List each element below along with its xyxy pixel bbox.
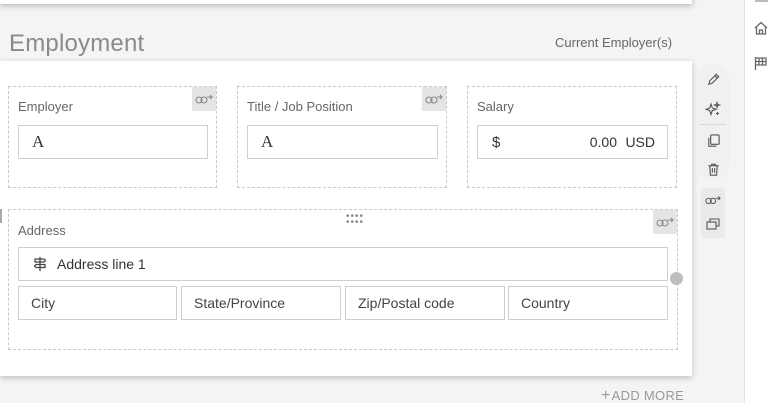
font-icon: A bbox=[261, 132, 274, 151]
country-input[interactable]: Country bbox=[508, 286, 668, 320]
rail-divider bbox=[755, 0, 768, 2]
currency-symbol: $ bbox=[492, 133, 501, 151]
font-icon: A bbox=[32, 132, 45, 151]
salary-field[interactable]: Salary $ 0.00 USD bbox=[467, 86, 677, 188]
drag-dots-icon[interactable]: •••• •••• bbox=[346, 212, 364, 228]
zip-placeholder: Zip/Postal code bbox=[358, 295, 455, 311]
resize-handle[interactable] bbox=[670, 272, 683, 285]
state-placeholder: State/Province bbox=[194, 295, 286, 311]
plus-icon: + bbox=[601, 387, 611, 403]
address-line1-placeholder: Address line 1 bbox=[57, 256, 146, 272]
country-placeholder: Country bbox=[521, 295, 571, 311]
city-input[interactable]: City bbox=[18, 286, 177, 320]
salary-label: Salary bbox=[477, 99, 514, 114]
previous-card bbox=[0, 0, 692, 4]
employer-input[interactable]: A bbox=[18, 125, 208, 159]
field-toolbar bbox=[697, 64, 729, 181]
home-icon[interactable] bbox=[753, 20, 768, 36]
flag-icon[interactable] bbox=[753, 55, 768, 71]
state-input[interactable]: State/Province bbox=[181, 286, 341, 320]
add-more-button[interactable]: +ADD MORE bbox=[601, 387, 684, 403]
salary-input[interactable]: $ 0.00 USD bbox=[477, 125, 668, 159]
city-placeholder: City bbox=[31, 295, 56, 311]
duplicate-icon[interactable] bbox=[701, 212, 725, 236]
pencil-icon[interactable] bbox=[697, 65, 729, 93]
address-field[interactable]: •••• •••• Address Address line 1 City Sta… bbox=[8, 209, 678, 350]
copy-icon[interactable] bbox=[697, 126, 729, 154]
zip-input[interactable]: Zip/Postal code bbox=[345, 286, 505, 320]
salary-value: 0.00 bbox=[589, 134, 617, 150]
section-title: Employment bbox=[9, 30, 145, 57]
currency-unit: USD bbox=[625, 134, 655, 150]
sparkle-icon[interactable] bbox=[697, 95, 729, 123]
address-label: Address bbox=[18, 223, 66, 238]
drag-handle[interactable] bbox=[0, 209, 2, 223]
employer-field[interactable]: Employer A bbox=[8, 86, 217, 188]
add-more-label: ADD MORE bbox=[611, 388, 685, 403]
toolbar-divider bbox=[700, 124, 726, 125]
link-icon[interactable] bbox=[422, 87, 446, 111]
field-toolbar-secondary bbox=[701, 188, 725, 238]
section-subtitle: Current Employer(s) bbox=[555, 35, 673, 50]
link-icon[interactable] bbox=[192, 87, 216, 111]
address-line1-input[interactable]: Address line 1 bbox=[18, 247, 668, 281]
trash-icon[interactable] bbox=[697, 155, 729, 183]
right-rail bbox=[744, 0, 768, 403]
employer-label: Employer bbox=[18, 99, 73, 114]
link-icon[interactable] bbox=[701, 188, 725, 212]
link-icon[interactable] bbox=[653, 210, 677, 234]
job-title-input[interactable]: A bbox=[247, 125, 438, 159]
job-title-label: Title / Job Position bbox=[247, 99, 353, 114]
job-title-field[interactable]: Title / Job Position A bbox=[237, 86, 447, 188]
signpost-icon bbox=[33, 257, 47, 271]
